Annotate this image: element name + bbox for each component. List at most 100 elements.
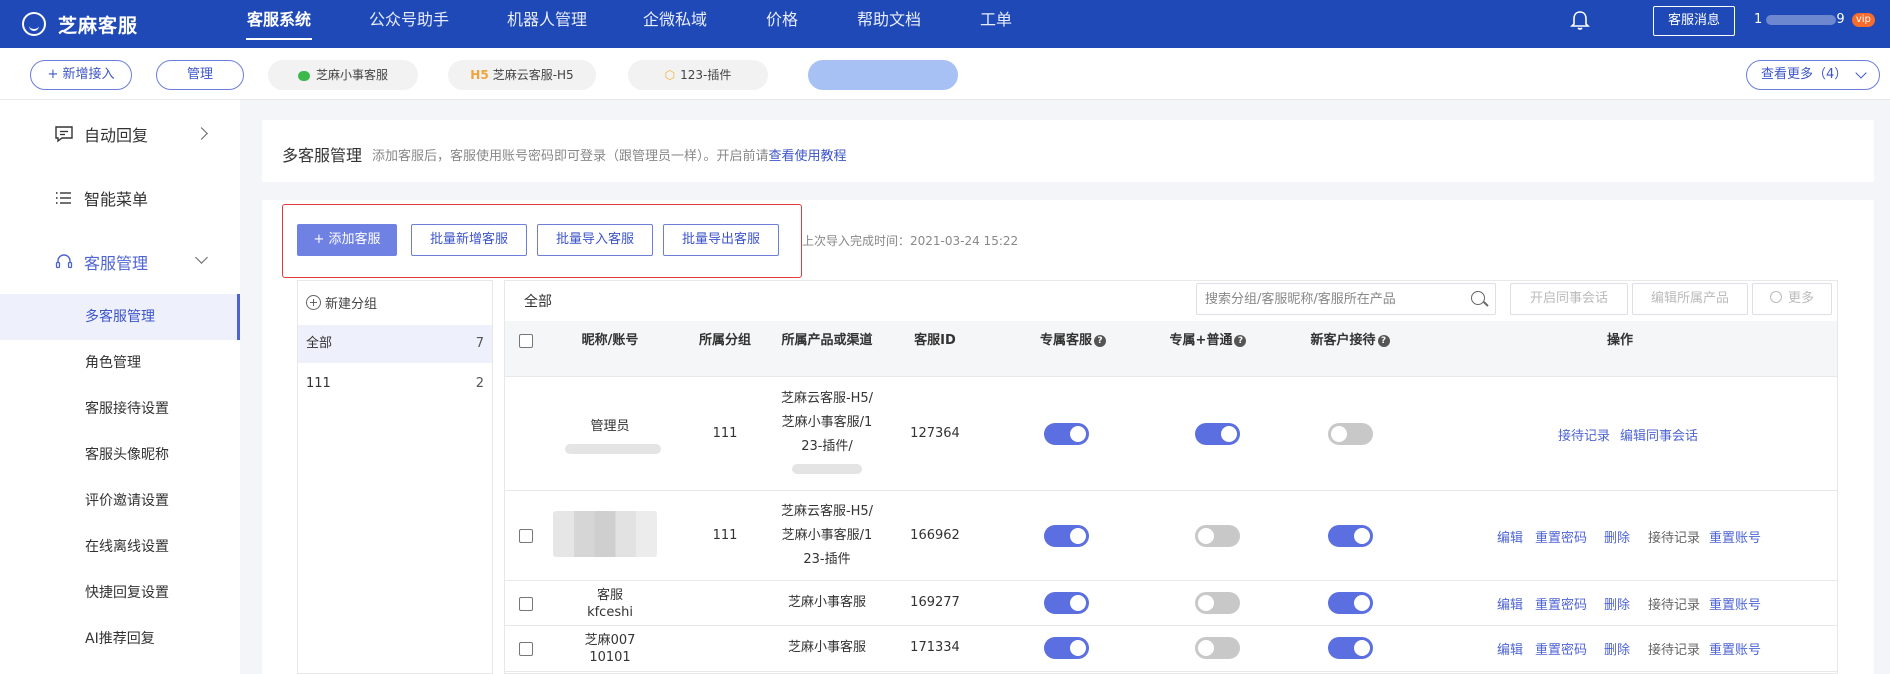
sidebar-item-avatar-nickname[interactable]: 客服头像昵称 [0, 432, 240, 478]
exclusive-toggle[interactable] [1044, 525, 1089, 547]
header-group: 所属分组 [698, 333, 751, 348]
channel-tab-h5[interactable]: H5 芝麻云客服-H5 [448, 60, 596, 90]
exclusive-toggle[interactable] [1044, 592, 1089, 614]
row-id: 171334 [910, 640, 960, 655]
reception-record-link[interactable]: 接待记录 [1648, 639, 1700, 658]
name-blurred [553, 511, 657, 557]
reset-account-link[interactable]: 重置账号 [1709, 594, 1761, 613]
reception-record-link[interactable]: 接待记录 [1648, 527, 1700, 546]
manage-button[interactable]: 管理 [156, 60, 244, 90]
header-exclusive-normal: 专属+普通? [1153, 321, 1263, 350]
group-item-111[interactable]: 111 2 [298, 365, 492, 403]
group-count: 7 [475, 336, 484, 351]
view-more-button[interactable]: 查看更多（4） [1746, 60, 1880, 90]
sidebar-group-service-management[interactable]: 客服管理 [0, 230, 240, 294]
new-customer-toggle[interactable] [1328, 637, 1373, 659]
sidebar-item-reception-settings[interactable]: 客服接待设置 [0, 386, 240, 432]
delete-link[interactable]: 删除 [1604, 639, 1630, 658]
exclusive-normal-toggle[interactable] [1195, 423, 1240, 445]
row-checkbox[interactable] [519, 529, 533, 543]
exclusive-normal-toggle[interactable] [1195, 592, 1240, 614]
enable-colleague-chat-button[interactable]: 开启同事会话 [1510, 283, 1628, 315]
sidebar-item-multi-service[interactable]: 多客服管理 [0, 294, 240, 340]
row-name: 管理员 [565, 415, 661, 463]
sidebar-item-quick-reply[interactable]: 快捷回复设置 [0, 570, 240, 616]
search-box[interactable] [1196, 283, 1496, 315]
exclusive-normal-toggle[interactable] [1195, 525, 1240, 547]
add-service-button[interactable]: + 添加客服 [297, 224, 397, 256]
help-icon[interactable]: ? [1234, 335, 1247, 347]
reset-account-link[interactable]: 重置账号 [1709, 639, 1761, 658]
edit-colleague-chat-link[interactable]: 编辑同事会话 [1620, 425, 1698, 444]
exclusive-toggle[interactable] [1044, 637, 1089, 659]
sidebar-group-auto-reply[interactable]: 自动回复 [0, 102, 240, 166]
user-account[interactable]: 1 9 vip [1754, 0, 1875, 40]
reset-account-link[interactable]: 重置账号 [1709, 527, 1761, 546]
last-import-time: 上次导入完成时间：2021-03-24 15:22 [802, 234, 1019, 248]
new-customer-toggle[interactable] [1328, 592, 1373, 614]
h5-icon: H5 [470, 68, 489, 82]
row-checkbox[interactable] [519, 597, 533, 611]
channel-tab-blurred[interactable] [808, 60, 958, 90]
exclusive-toggle[interactable] [1044, 423, 1089, 445]
app-name: 芝麻客服 [58, 14, 139, 37]
batch-add-button[interactable]: 批量新增客服 [411, 224, 527, 256]
nav-customer-service[interactable]: 客服系统 [246, 0, 312, 48]
select-all-checkbox[interactable] [519, 334, 533, 348]
reset-password-link[interactable]: 重置密码 [1535, 594, 1587, 613]
new-group-button[interactable]: 新建分组 [306, 293, 377, 312]
edit-product-button[interactable]: 编辑所属产品 [1632, 283, 1748, 315]
product-blurred [792, 464, 862, 474]
nav-ticket[interactable]: 工单 [979, 0, 1013, 48]
vip-badge: vip [1851, 12, 1875, 27]
channel-tab-plugin[interactable]: ⬡ 123-插件 [628, 60, 768, 90]
header-new-customer: 新客户接待? [1295, 321, 1405, 350]
reset-password-link[interactable]: 重置密码 [1535, 639, 1587, 658]
nav-robot[interactable]: 机器人管理 [506, 0, 588, 48]
exclusive-normal-toggle[interactable] [1195, 637, 1240, 659]
reception-record-link[interactable]: 接待记录 [1558, 425, 1610, 444]
group-item-all[interactable]: 全部 7 [298, 325, 492, 363]
nav-wecom[interactable]: 企微私域 [642, 0, 708, 48]
table-header: 昵称/账号 所属分组 所属产品或渠道 客服ID 专属客服? 专属+普通? 新客户… [505, 321, 1837, 377]
customer-message-button[interactable]: 客服消息 [1653, 6, 1735, 36]
edit-link[interactable]: 编辑 [1497, 639, 1523, 658]
search-input[interactable] [1197, 284, 1457, 314]
reset-password-link[interactable]: 重置密码 [1535, 527, 1587, 546]
row-checkbox[interactable] [519, 642, 533, 656]
help-icon[interactable]: ? [1377, 335, 1390, 347]
sidebar-item-roles[interactable]: 角色管理 [0, 340, 240, 386]
delete-link[interactable]: 删除 [1604, 527, 1630, 546]
app-logo[interactable]: 芝麻客服 [22, 9, 138, 39]
sidebar-group-smart-menu[interactable]: 智能菜单 [0, 166, 240, 230]
user-id-blurred [1766, 14, 1837, 25]
nav-price[interactable]: 价格 [765, 0, 799, 48]
batch-import-button[interactable]: 批量导入客服 [537, 224, 653, 256]
new-customer-toggle[interactable] [1328, 423, 1373, 445]
message-square-icon [55, 126, 73, 143]
table-row: 客服 kfceshi 芝麻小事客服 169277 编辑 重置密码 删除 接待记录… [505, 581, 1837, 626]
tutorial-link[interactable]: 查看使用教程 [769, 149, 847, 164]
channel-tab-xiaoshi[interactable]: 芝麻小事客服 [268, 60, 418, 90]
bell-icon[interactable] [1570, 10, 1590, 32]
new-customer-toggle[interactable] [1328, 525, 1373, 547]
nav-help[interactable]: 帮助文档 [856, 0, 922, 48]
more-actions-button[interactable]: 更多 [1752, 283, 1832, 315]
edit-link[interactable]: 编辑 [1497, 527, 1523, 546]
search-icon[interactable] [1471, 291, 1485, 305]
edit-link[interactable]: 编辑 [1497, 594, 1523, 613]
sidebar-item-rating-invite[interactable]: 评价邀请设置 [0, 478, 240, 524]
chevron-down-icon [1855, 67, 1867, 79]
delete-link[interactable]: 删除 [1604, 594, 1630, 613]
intro-description: 添加客服后，客服使用账号密码即可登录（跟管理员一样）。开启前请查看使用教程 [372, 149, 847, 164]
add-access-button[interactable]: + 新增接入 [30, 60, 132, 90]
sidebar-item-online-offline[interactable]: 在线离线设置 [0, 524, 240, 570]
reception-record-link[interactable]: 接待记录 [1648, 594, 1700, 613]
sidebar-item-ai-reply[interactable]: AI推荐回复 [0, 616, 240, 662]
row-product: 芝麻小事客服 [787, 595, 866, 610]
help-icon[interactable]: ? [1094, 335, 1106, 347]
nav-official-account[interactable]: 公众号助手 [368, 0, 450, 48]
user-id-suffix: 9 [1836, 12, 1845, 27]
batch-export-button[interactable]: 批量导出客服 [663, 224, 779, 256]
table-row: 芝麻007 10101 芝麻小事客服 171334 编辑 重置密码 删除 接待记… [505, 626, 1837, 672]
